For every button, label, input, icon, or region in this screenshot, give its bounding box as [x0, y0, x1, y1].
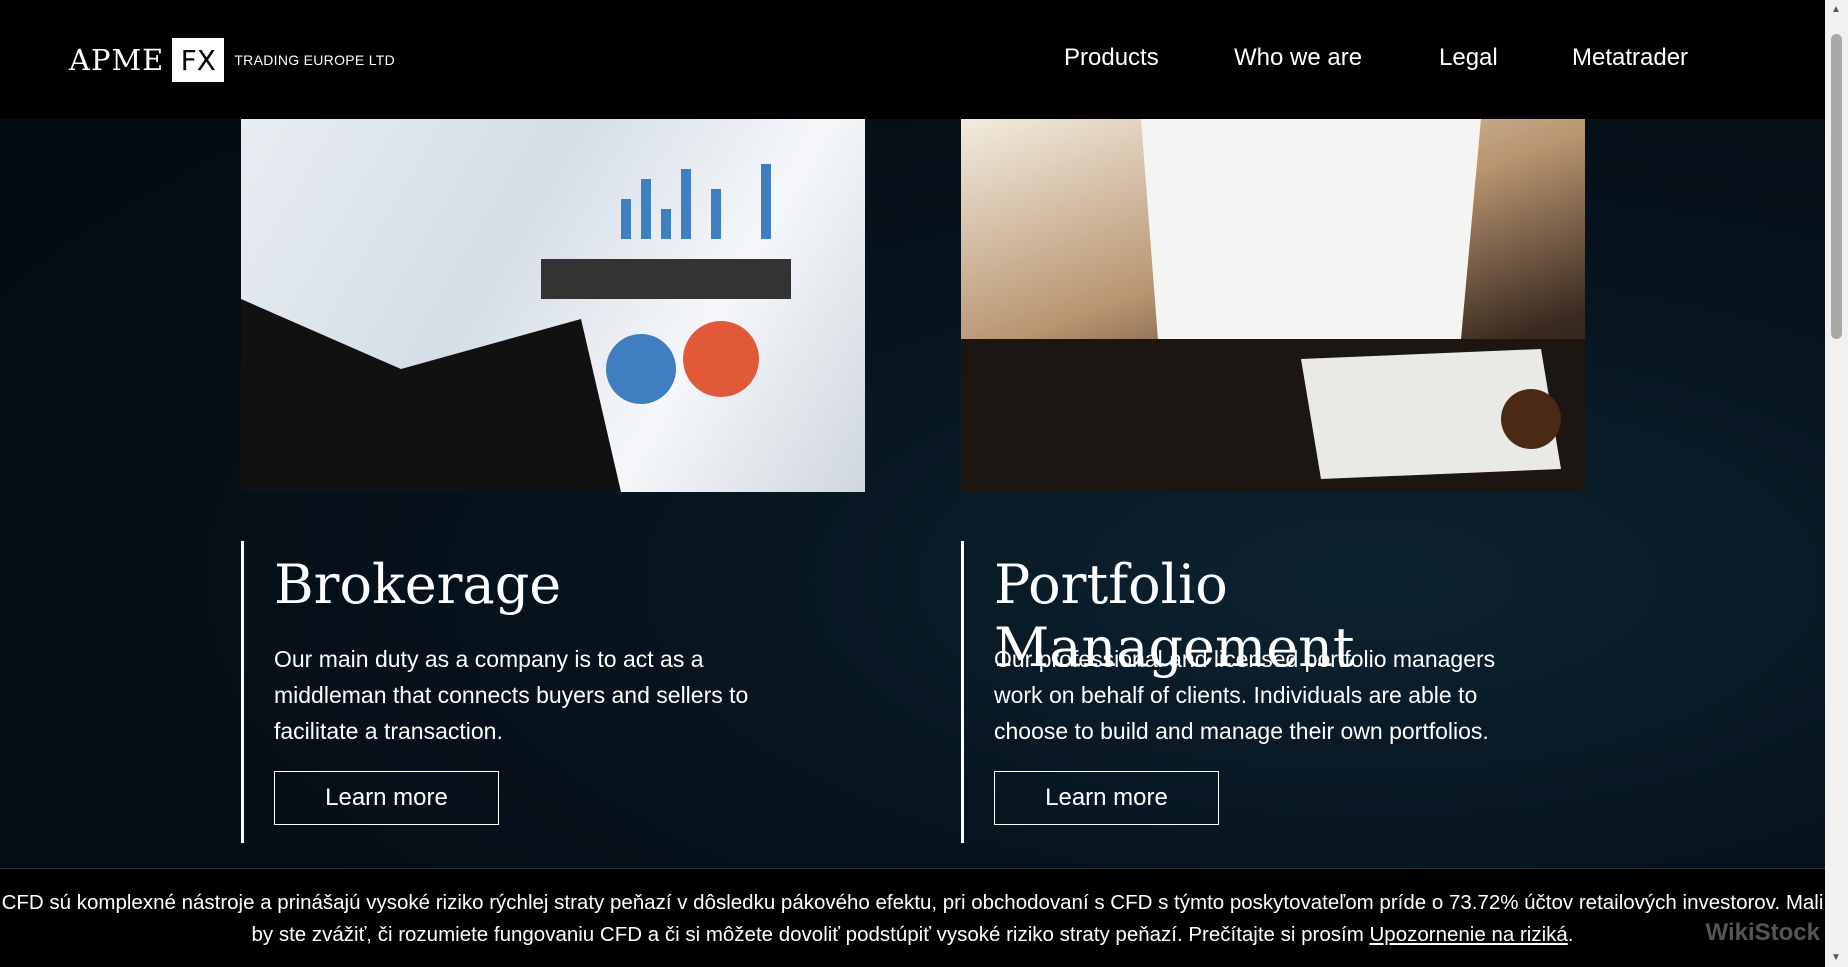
brokerage-title: Brokerage	[274, 553, 562, 616]
logo[interactable]: APME FX TRADING EUROPE LTD	[69, 38, 395, 82]
brokerage-image	[241, 119, 865, 492]
watermark: WikiStock	[1705, 919, 1820, 946]
portfolio-image	[961, 119, 1585, 492]
scrollbar-thumb[interactable]	[1831, 34, 1842, 339]
risk-warning-end: .	[1567, 923, 1574, 946]
page: APME FX TRADING EUROPE LTD Products Who …	[0, 0, 1825, 967]
nav-metatrader[interactable]: Metatrader	[1572, 44, 1688, 72]
nav-legal[interactable]: Legal	[1439, 44, 1498, 72]
header: APME FX TRADING EUROPE LTD Products Who …	[0, 0, 1825, 119]
logo-apme: APME	[69, 43, 165, 77]
nav-who-we-are[interactable]: Who we are	[1234, 44, 1362, 72]
portfolio-learn-more-button[interactable]: Learn more	[994, 771, 1219, 825]
risk-warning-banner: CFD sú komplexné nástroje a prinášajú vy…	[0, 868, 1825, 967]
portfolio-text: Our professional and licensed portfolio …	[994, 646, 1496, 744]
nav-products[interactable]: Products	[1064, 44, 1159, 72]
scrollbar[interactable]: ▲ ▼	[1825, 0, 1848, 967]
risk-warning-link[interactable]: Upozornenie na riziká	[1370, 923, 1568, 946]
brokerage-card: Brokerage Our main duty as a company is …	[241, 541, 841, 843]
scroll-up-icon[interactable]: ▲	[1831, 4, 1841, 15]
brokerage-learn-more-button[interactable]: Learn more	[274, 771, 499, 825]
scroll-down-icon[interactable]: ▼	[1831, 952, 1841, 963]
logo-subtitle: TRADING EUROPE LTD	[234, 52, 396, 68]
portfolio-title: Portfolio Management	[994, 553, 1355, 679]
portfolio-card: Portfolio Management Our professional an…	[961, 541, 1561, 843]
logo-fx: FX	[172, 38, 225, 82]
brokerage-text: Our main duty as a company is to act as …	[274, 646, 749, 744]
